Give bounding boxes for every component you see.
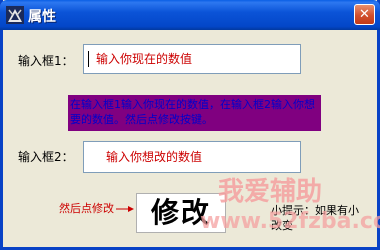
close-button[interactable]: ✕ (354, 4, 375, 25)
text-caret (88, 51, 89, 67)
close-icon: ✕ (359, 7, 370, 22)
modify-hint-label: 然后点修改 (59, 202, 114, 215)
instruction-text: 在输入框1输入你现在的数值，在输入框2输入你想要的数值。然后点修改按键。 (70, 98, 315, 126)
title-bar[interactable]: 属性 ✕ (0, 0, 380, 30)
field1-label: 输入框1： (18, 54, 74, 68)
instruction-panel: 在输入框1输入你现在的数值，在输入框2输入你想要的数值。然后点修改按键。 (68, 95, 321, 131)
field2-label: 输入框2： (18, 150, 74, 164)
tip-text: 小提示：如果有小 改变 (271, 204, 359, 232)
app-icon (6, 6, 24, 24)
window-title: 属性 (28, 9, 56, 25)
target-value-input[interactable]: 输入你想改的数值 (83, 141, 301, 173)
modify-button-label: 修改 (150, 196, 211, 229)
modify-button[interactable]: 修改 (136, 193, 226, 233)
target-value-text: 输入你想改的数值 (106, 150, 203, 164)
arrow-right-icon (116, 206, 134, 212)
current-value-input[interactable]: 输入你现在的数值 (83, 44, 301, 74)
current-value-text: 输入你现在的数值 (96, 52, 193, 66)
properties-window: 属性 ✕ 输入框1： 输入你现在的数值 在输入框1输入你现在的数值，在输入框2输… (0, 0, 380, 250)
